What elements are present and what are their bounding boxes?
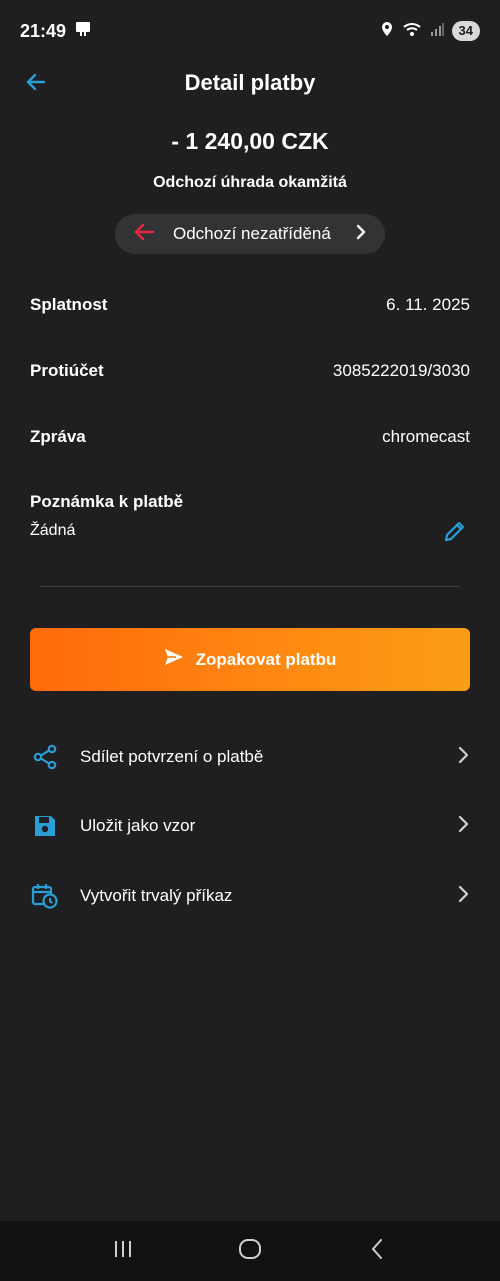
detail-row-due-date: Splatnost 6. 11. 2025 <box>30 295 470 315</box>
wifi-icon <box>402 21 422 42</box>
calendar-clock-icon <box>30 881 60 911</box>
detail-value: chromecast <box>382 427 470 446</box>
location-icon <box>380 21 394 42</box>
share-icon <box>30 742 60 772</box>
divider <box>40 586 460 587</box>
chevron-right-icon <box>355 223 367 246</box>
back-nav-button[interactable] <box>347 1231 407 1271</box>
detail-row-counter-account: Protiúčet 3085222019/3030 <box>30 361 470 381</box>
detail-value: 6. 11. 2025 <box>386 295 470 314</box>
detail-label: Protiúčet <box>30 361 104 380</box>
action-label: Sdílet potvrzení o platbě <box>80 747 264 766</box>
home-button[interactable] <box>220 1231 280 1271</box>
detail-label: Zpráva <box>30 427 86 446</box>
payment-amount: - 1 240,00 CZK <box>171 128 329 154</box>
action-share-confirmation[interactable]: Sdílet potvrzení o platbě <box>30 732 470 782</box>
repeat-payment-label: Zopakovat platbu <box>195 649 337 669</box>
detail-label: Splatnost <box>30 295 108 314</box>
status-time: 21:49 <box>20 20 67 41</box>
notification-icon <box>74 20 92 43</box>
category-chip[interactable]: Odchozí nezatříděná <box>115 214 385 254</box>
chevron-left-icon <box>370 1238 384 1265</box>
page-title: Detail platby <box>184 70 316 95</box>
back-button[interactable] <box>22 70 50 98</box>
home-icon <box>238 1238 262 1265</box>
action-save-template[interactable]: Uložit jako vzor <box>30 801 470 851</box>
category-label: Odchozí nezatříděná <box>173 224 331 243</box>
status-bar: 21:49 34 <box>0 0 500 62</box>
repeat-payment-button[interactable]: Zopakovat platbu <box>30 628 470 691</box>
action-create-standing-order[interactable]: Vytvořit trvalý příkaz <box>30 871 470 921</box>
arrow-left-icon <box>24 70 48 99</box>
system-nav-bar <box>0 1221 500 1281</box>
chevron-right-icon <box>456 884 470 909</box>
chevron-right-icon <box>456 745 470 770</box>
send-icon <box>164 648 184 671</box>
action-label: Uložit jako vzor <box>80 816 196 835</box>
detail-value: 3085222019/3030 <box>332 361 470 380</box>
detail-row-message: Zpráva chromecast <box>30 427 470 447</box>
save-icon <box>30 811 60 841</box>
action-label: Vytvořit trvalý příkaz <box>80 886 233 905</box>
battery-badge: 34 <box>451 21 480 41</box>
recent-apps-icon <box>112 1240 134 1263</box>
pencil-icon <box>442 521 468 548</box>
app-header: Detail platby <box>0 62 500 104</box>
outgoing-arrow-icon <box>133 223 155 246</box>
chevron-right-icon <box>456 814 470 839</box>
note-label: Poznámka k platbě <box>30 492 184 511</box>
signal-icon <box>430 22 444 41</box>
recent-apps-button[interactable] <box>93 1231 153 1271</box>
payment-note: Poznámka k platbě Žádná <box>30 492 470 542</box>
note-value: Žádná <box>30 522 76 539</box>
payment-type: Odchozí úhrada okamžitá <box>153 174 347 191</box>
edit-note-button[interactable] <box>442 518 468 549</box>
